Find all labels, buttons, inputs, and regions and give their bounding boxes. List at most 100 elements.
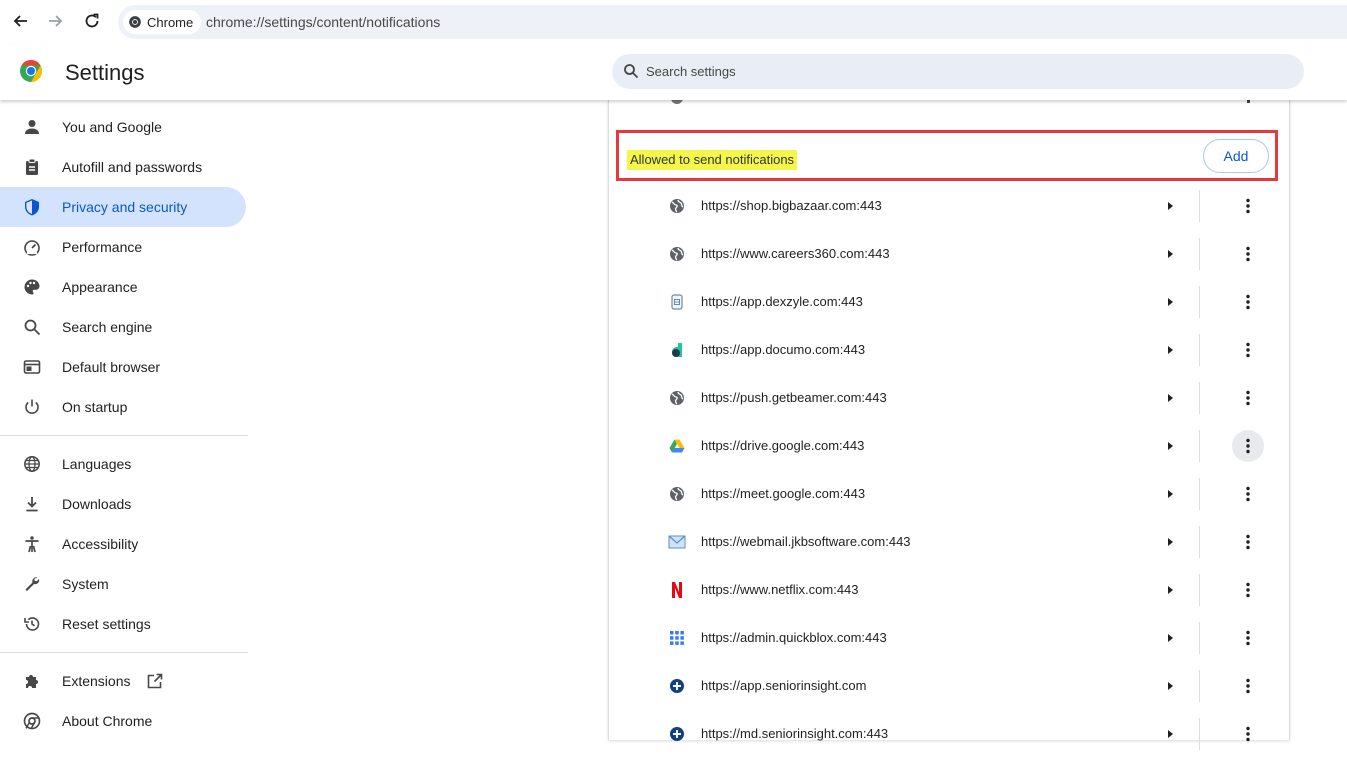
sidebar-item-extensions[interactable]: Extensions — [0, 661, 246, 701]
site-row[interactable]: https://md.seniorinsight.com:443 — [609, 710, 1289, 758]
site-row[interactable]: https://shop.bigbazaar.com:443 — [609, 182, 1289, 230]
more-actions-button[interactable] — [1232, 238, 1264, 270]
sidebar-item-appearance[interactable]: Appearance — [0, 267, 246, 307]
sidebar-item-default-browser[interactable]: Default browser — [0, 347, 246, 387]
search-settings-input[interactable]: Search settings — [612, 54, 1304, 89]
arrow-right-icon[interactable] — [1162, 486, 1178, 502]
globe-icon — [668, 389, 686, 407]
more-actions-button[interactable] — [1232, 382, 1264, 414]
forward-button[interactable] — [45, 10, 67, 32]
sidebar-item-on-startup[interactable]: On startup — [0, 387, 246, 427]
site-url: https://app.seniorinsight.com — [701, 678, 867, 693]
browser-toolbar: Chrome chrome://settings/content/notific… — [0, 0, 1347, 44]
settings-header: Settings Search settings — [0, 44, 1347, 100]
site-row[interactable]: https://admin.quickblox.com:443 — [609, 614, 1289, 662]
row-separator — [1199, 478, 1200, 510]
globe-icon — [668, 245, 686, 263]
arrow-right-icon[interactable] — [1162, 390, 1178, 406]
more-actions-button[interactable] — [1232, 622, 1264, 654]
wrench-icon — [22, 574, 42, 594]
more-vert-icon — [1246, 342, 1250, 358]
sidebar-item-label: About Chrome — [62, 713, 153, 729]
clipboard-icon — [22, 157, 42, 177]
arrow-right-icon[interactable] — [1162, 678, 1178, 694]
arrow-right-icon[interactable] — [1162, 198, 1178, 214]
arrow-right-icon[interactable] — [1162, 246, 1178, 262]
more-actions-button[interactable] — [1232, 190, 1264, 222]
arrow-right-icon[interactable] — [1162, 582, 1178, 598]
sidebar-divider — [0, 435, 248, 436]
site-row[interactable]: https://www.netflix.com:443 — [609, 566, 1289, 614]
url-text[interactable]: chrome://settings/content/notifications — [206, 14, 440, 30]
site-row[interactable]: https://www.careers360.com:443 — [609, 230, 1289, 278]
sidebar-item-reset-settings[interactable]: Reset settings — [0, 604, 246, 644]
more-actions-button[interactable] — [1232, 670, 1264, 702]
more-actions-button[interactable] — [1232, 430, 1264, 462]
sidebar-item-label: System — [62, 576, 109, 592]
sidebar-item-label: Search engine — [62, 319, 153, 335]
more-actions-button[interactable] — [1232, 718, 1264, 750]
reload-icon — [85, 13, 99, 28]
row-separator — [1199, 526, 1200, 558]
arrow-right-icon[interactable] — [1162, 630, 1178, 646]
sidebar-item-about-chrome[interactable]: About Chrome — [0, 701, 246, 741]
row-separator — [1199, 430, 1200, 462]
arrow-right-icon[interactable] — [1162, 438, 1178, 454]
search-icon — [624, 64, 639, 79]
row-separator — [1199, 670, 1200, 702]
arrow-right-icon[interactable] — [1162, 726, 1178, 742]
add-site-button[interactable]: Add — [1203, 139, 1269, 173]
sidebar-item-system[interactable]: System — [0, 564, 246, 604]
arrow-right-icon[interactable] — [1162, 342, 1178, 358]
sidebar-item-performance[interactable]: Performance — [0, 227, 246, 267]
address-bar[interactable]: Chrome chrome://settings/content/notific… — [118, 5, 1347, 39]
site-row[interactable]: https://app.seniorinsight.com — [609, 662, 1289, 710]
sidebar-item-search-engine[interactable]: Search engine — [0, 307, 246, 347]
arrow-right-icon[interactable] — [1162, 534, 1178, 550]
site-url: https://admin.quickblox.com:443 — [701, 630, 887, 645]
sidebar-item-autofill[interactable]: Autofill and passwords — [0, 147, 246, 187]
more-actions-button[interactable] — [1232, 286, 1264, 318]
forward-arrow-icon — [49, 15, 63, 27]
settings-sidebar: You and Google Autofill and passwords Pr… — [0, 100, 248, 735]
site-row[interactable]: https://push.getbeamer.com:443 — [609, 374, 1289, 422]
download-icon — [22, 494, 42, 514]
sidebar-item-you-and-google[interactable]: You and Google — [0, 107, 246, 147]
clipped-previous-row — [609, 92, 1289, 106]
site-url: https://meet.google.com:443 — [701, 486, 866, 501]
more-actions-button[interactable] — [1232, 334, 1264, 366]
more-vert-icon — [1246, 486, 1250, 502]
sidebar-item-label: You and Google — [62, 119, 162, 135]
site-chip-label: Chrome — [147, 14, 194, 30]
more-actions-button[interactable] — [1232, 478, 1264, 510]
sidebar-item-languages[interactable]: Languages — [0, 444, 246, 484]
back-button[interactable] — [9, 10, 31, 32]
row-separator — [1199, 286, 1200, 318]
sidebar-item-downloads[interactable]: Downloads — [0, 484, 246, 524]
site-url: https://www.netflix.com:443 — [701, 582, 859, 597]
more-actions-button[interactable] — [1232, 574, 1264, 606]
globe-icon — [668, 197, 686, 215]
google-drive-icon — [668, 437, 686, 455]
more-vert-icon — [1246, 294, 1250, 310]
sidebar-item-accessibility[interactable]: Accessibility — [0, 524, 246, 564]
sidebar-item-label: Languages — [62, 456, 132, 472]
sidebar-item-label: Privacy and security — [62, 199, 188, 215]
site-row[interactable]: https://webmail.jkbsoftware.com:443 — [609, 518, 1289, 566]
site-chip[interactable]: Chrome — [123, 10, 202, 34]
site-row[interactable]: https://drive.google.com:443 — [609, 422, 1289, 470]
site-row[interactable]: https://app.dexzyle.com:443 — [609, 278, 1289, 326]
arrow-right-icon[interactable] — [1162, 294, 1178, 310]
sidebar-item-privacy-and-security[interactable]: Privacy and security — [0, 187, 246, 227]
site-row[interactable]: https://app.documo.com:443 — [609, 326, 1289, 374]
site-url: https://shop.bigbazaar.com:443 — [701, 198, 882, 213]
more-actions-button[interactable] — [1232, 526, 1264, 558]
quickblox-icon — [668, 629, 686, 647]
site-row[interactable]: https://meet.google.com:443 — [609, 470, 1289, 518]
dexzyle-icon — [668, 293, 686, 311]
reload-button[interactable] — [81, 10, 103, 32]
site-url: https://app.documo.com:443 — [701, 342, 866, 357]
site-url: https://webmail.jkbsoftware.com:443 — [701, 534, 911, 549]
row-separator — [1199, 622, 1200, 654]
palette-icon — [22, 277, 42, 297]
